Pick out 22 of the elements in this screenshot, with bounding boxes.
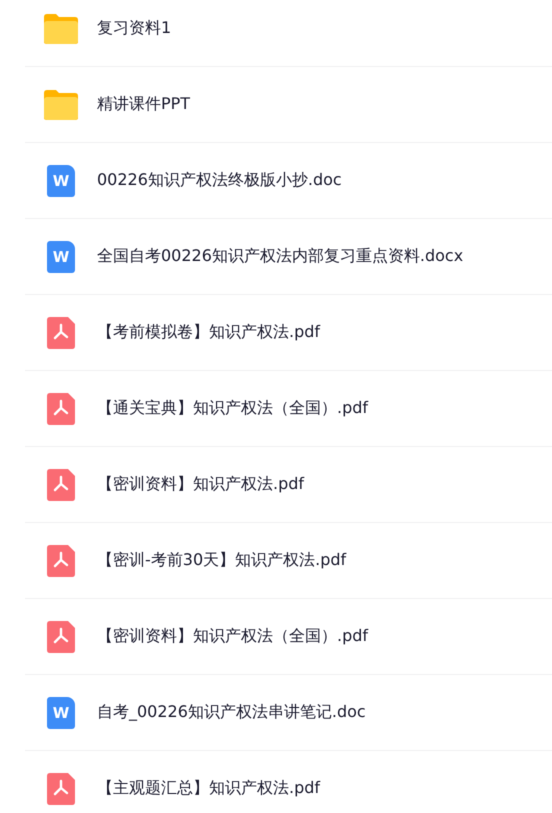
file-name[interactable]: 精讲课件PPT: [97, 94, 190, 115]
file-name[interactable]: 复习资料1: [97, 18, 172, 39]
pdf-icon: [47, 772, 75, 804]
file-name[interactable]: 【密训资料】知识产权法（全国）.pdf: [97, 626, 368, 647]
file-name[interactable]: 全国自考00226知识产权法内部复习重点资料.docx: [97, 246, 464, 267]
pdf-icon: [47, 468, 75, 500]
file-name[interactable]: 【主观题汇总】知识产权法.pdf: [97, 778, 320, 799]
file-name[interactable]: 【通关宝典】知识产权法（全国）.pdf: [97, 398, 368, 419]
document-icon: W: [47, 696, 75, 728]
pdf-icon: [47, 620, 75, 652]
document-icon: W: [47, 240, 75, 272]
file-name[interactable]: 【密训-考前30天】知识产权法.pdf: [97, 550, 346, 571]
pdf-icon: [47, 316, 75, 348]
pdf-icon: [47, 392, 75, 424]
folder-icon: [42, 88, 80, 120]
file-name[interactable]: 自考_00226知识产权法串讲笔记.doc: [97, 702, 366, 723]
document-icon: W: [47, 164, 75, 196]
folder-icon: [42, 12, 80, 44]
pdf-icon: [47, 544, 75, 576]
file-name[interactable]: 【考前模拟卷】知识产权法.pdf: [97, 322, 320, 343]
file-name[interactable]: 【密训资料】知识产权法.pdf: [97, 474, 304, 495]
file-name[interactable]: 00226知识产权法终极版小抄.doc: [97, 170, 342, 191]
